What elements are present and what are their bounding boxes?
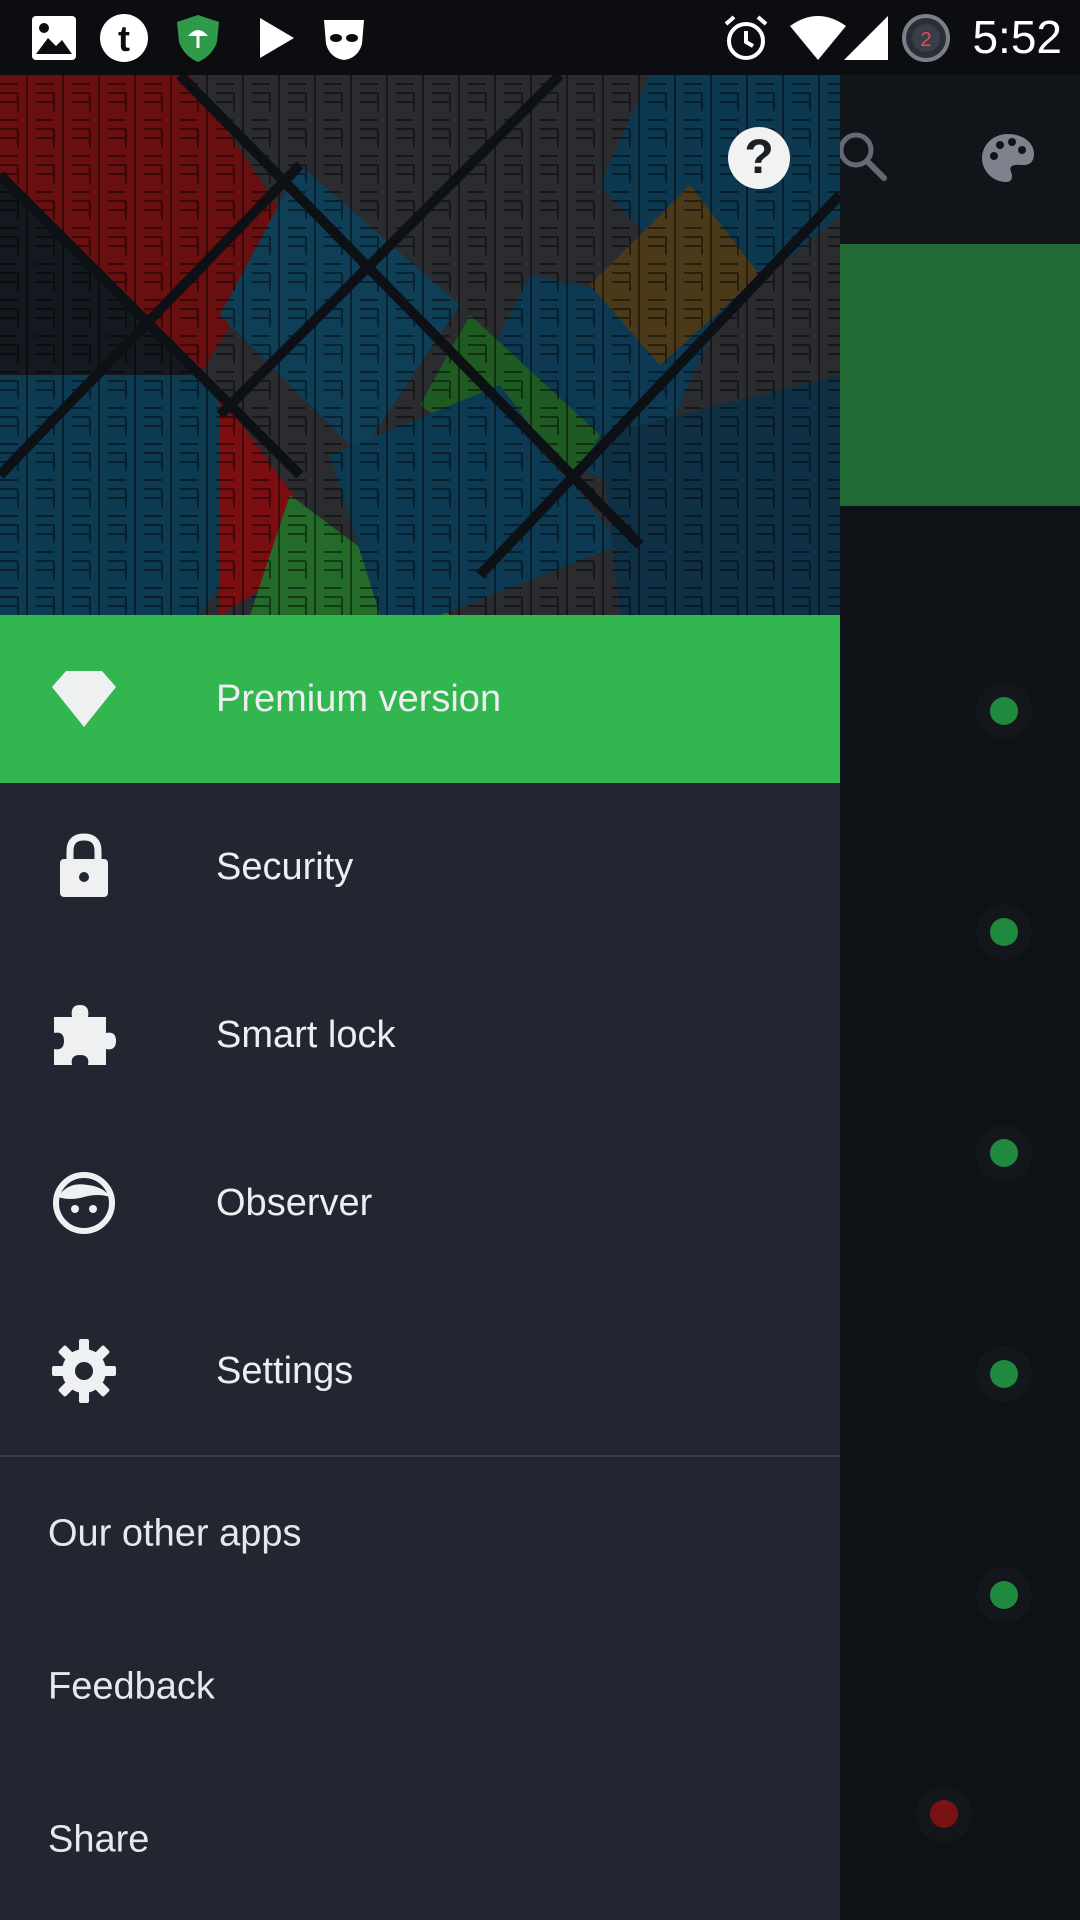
status-dot bbox=[990, 918, 1018, 946]
menu-item-label: Premium version bbox=[216, 677, 502, 720]
tumblr-icon: t bbox=[100, 14, 148, 62]
face-icon bbox=[53, 1172, 115, 1234]
diamond-icon bbox=[52, 671, 116, 727]
play-store-icon bbox=[260, 18, 294, 58]
status-bar: t 2 5:52 bbox=[0, 0, 1080, 75]
app-screen: t 2 5:52 ? Premium version Security Smar… bbox=[0, 0, 1080, 1920]
drawer-header: ? bbox=[0, 75, 840, 615]
menu-item-premium-version[interactable]: Premium version bbox=[0, 615, 840, 783]
gallery-icon bbox=[32, 16, 76, 60]
app-list bbox=[840, 506, 1080, 1920]
status-dot bbox=[930, 1800, 958, 1828]
signal-icon bbox=[844, 16, 888, 60]
header-pattern-image bbox=[0, 75, 840, 615]
svg-text:2: 2 bbox=[920, 29, 931, 51]
menu-item-smart-lock[interactable]: Smart lock bbox=[0, 951, 840, 1119]
status-dot bbox=[990, 1581, 1018, 1609]
menu-item-our-other-apps[interactable]: Our other apps bbox=[0, 1457, 840, 1610]
menu-item-label: Security bbox=[216, 845, 354, 888]
menu-item-feedback[interactable]: Feedback bbox=[0, 1610, 840, 1763]
menu-item-label: Feedback bbox=[48, 1665, 215, 1707]
palette-icon[interactable] bbox=[978, 128, 1038, 188]
wifi-icon bbox=[790, 16, 846, 60]
help-button[interactable]: ? bbox=[728, 127, 790, 189]
gear-icon bbox=[52, 1339, 116, 1403]
search-icon[interactable] bbox=[832, 126, 892, 186]
shield-umbrella-icon bbox=[177, 15, 219, 62]
svg-text:t: t bbox=[118, 18, 130, 59]
menu-item-settings[interactable]: Settings bbox=[0, 1287, 840, 1455]
menu-item-label: Our other apps bbox=[48, 1512, 302, 1554]
lock-icon bbox=[60, 833, 108, 897]
status-dot bbox=[990, 1139, 1018, 1167]
menu-item-share[interactable]: Share bbox=[0, 1763, 840, 1916]
navigation-drawer: ? Premium version Security Smart lock Ob… bbox=[0, 75, 840, 1920]
clock: 5:52 bbox=[972, 11, 1062, 63]
menu-item-label: Smart lock bbox=[216, 1013, 396, 1056]
menu-item-security[interactable]: Security bbox=[0, 783, 840, 951]
menu-item-observer[interactable]: Observer bbox=[0, 1119, 840, 1287]
status-dot bbox=[990, 697, 1018, 725]
notification-count-icon: 2 bbox=[902, 14, 950, 62]
status-dot bbox=[990, 1360, 1018, 1388]
alarm-icon bbox=[724, 15, 768, 60]
app-card[interactable] bbox=[840, 244, 1080, 506]
menu-item-label: Settings bbox=[216, 1349, 354, 1392]
incognito-mask-icon bbox=[324, 20, 364, 60]
menu-item-label: Share bbox=[48, 1818, 150, 1860]
puzzle-icon bbox=[54, 1005, 116, 1065]
menu-item-label: Observer bbox=[216, 1181, 373, 1224]
